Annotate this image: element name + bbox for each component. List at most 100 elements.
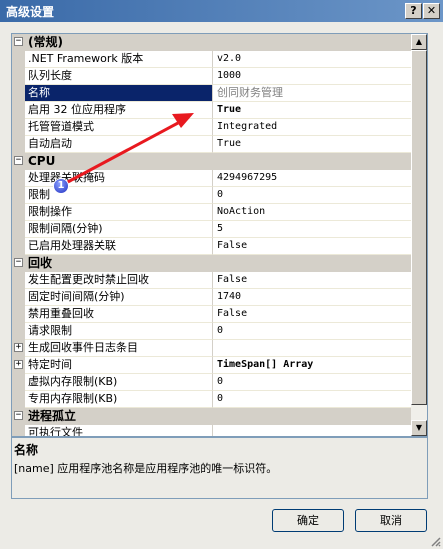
row-gutter (12, 85, 25, 102)
row-gutter (12, 119, 25, 136)
row-gutter (12, 221, 25, 238)
property-value[interactable] (213, 425, 412, 436)
property-value[interactable]: 0 (213, 323, 412, 340)
help-button[interactable]: ? (405, 3, 422, 19)
row-gutter: − (12, 408, 25, 425)
property-row[interactable]: .NET Framework 版本 v2.0 (12, 51, 412, 68)
row-gutter (12, 272, 25, 289)
property-value[interactable]: 0 (213, 187, 412, 204)
category-label: 回收 (28, 256, 53, 270)
vertical-scrollbar[interactable]: ▲ ▼ (411, 34, 427, 436)
row-gutter: + (12, 357, 25, 374)
cancel-button[interactable]: 取消 (355, 509, 427, 532)
category-row[interactable]: − (常规) (12, 34, 412, 51)
description-text: [name] 应用程序池名称是应用程序池的唯一标识符。 (14, 462, 278, 475)
property-row[interactable]: 限制 0 (12, 187, 412, 204)
row-gutter (12, 391, 25, 408)
row-gutter (12, 68, 25, 85)
row-gutter (12, 102, 25, 119)
property-row[interactable]: 已启用处理器关联 False (12, 238, 412, 255)
property-row[interactable]: 处理器关联掩码 4294967295 (12, 170, 412, 187)
annotation-badge: 1 (53, 178, 69, 194)
scroll-up-button[interactable]: ▲ (411, 34, 427, 50)
scroll-thumb[interactable] (411, 50, 427, 405)
property-value[interactable]: False (213, 238, 412, 255)
property-value[interactable]: TimeSpan[] Array (213, 357, 412, 374)
property-value[interactable]: False (213, 272, 412, 289)
property-value[interactable]: True (213, 136, 412, 153)
property-name: 请求限制 (25, 323, 213, 340)
row-gutter (12, 289, 25, 306)
property-grid: − (常规) .NET Framework 版本 v2.0 队列长度 1000 名称 创同财务… (11, 33, 428, 437)
window-title: 高级设置 (6, 5, 55, 19)
resize-grip-icon[interactable] (429, 535, 441, 547)
title-bar: 高级设置 ? ✕ (0, 0, 443, 22)
property-row[interactable]: + 特定时间 TimeSpan[] Array (12, 357, 412, 374)
property-row[interactable]: 发生配置更改时禁止回收 False (12, 272, 412, 289)
property-row[interactable]: 专用内存限制(KB) 0 (12, 391, 412, 408)
property-name: .NET Framework 版本 (25, 51, 213, 68)
property-name: 虚拟内存限制(KB) (25, 374, 213, 391)
property-name: 已启用处理器关联 (25, 238, 213, 255)
description-title: 名称 (14, 443, 39, 457)
property-rows: − (常规) .NET Framework 版本 v2.0 队列长度 1000 名称 创同财务… (12, 34, 412, 436)
property-value[interactable]: v2.0 (213, 51, 412, 68)
property-value[interactable]: 1000 (213, 68, 412, 85)
property-row[interactable]: 托管管道模式 Integrated (12, 119, 412, 136)
row-gutter (12, 204, 25, 221)
property-row[interactable]: 固定时间间隔(分钟) 1740 (12, 289, 412, 306)
collapse-icon[interactable]: − (14, 37, 23, 46)
row-gutter: + (12, 340, 25, 357)
property-value[interactable]: 创同财务管理 (213, 85, 412, 102)
row-gutter (12, 238, 25, 255)
category-row[interactable]: − 进程孤立 (12, 408, 412, 425)
expand-icon[interactable]: + (14, 360, 23, 369)
property-name: 限制操作 (25, 204, 213, 221)
property-row[interactable]: 禁用重叠回收 False (12, 306, 412, 323)
property-name: 队列长度 (25, 68, 213, 85)
property-name: 发生配置更改时禁止回收 (25, 272, 213, 289)
property-row[interactable]: + 生成回收事件日志条目 (12, 340, 412, 357)
collapse-icon[interactable]: − (14, 258, 23, 267)
property-name: 托管管道模式 (25, 119, 213, 136)
property-value[interactable] (213, 340, 412, 357)
property-name: 固定时间间隔(分钟) (25, 289, 213, 306)
property-value[interactable]: 1740 (213, 289, 412, 306)
expand-icon[interactable]: + (14, 343, 23, 352)
property-row[interactable]: 限制操作 NoAction (12, 204, 412, 221)
collapse-icon[interactable]: − (14, 156, 23, 165)
property-name: 可执行文件 (25, 425, 213, 436)
property-value[interactable]: 4294967295 (213, 170, 412, 187)
property-row[interactable]: 可执行文件 (12, 425, 412, 436)
property-name: 限制间隔(分钟) (25, 221, 213, 238)
property-row[interactable]: 虚拟内存限制(KB) 0 (12, 374, 412, 391)
property-row[interactable]: 请求限制 0 (12, 323, 412, 340)
category-row[interactable]: − CPU (12, 153, 412, 170)
property-value[interactable]: NoAction (213, 204, 412, 221)
property-name: 专用内存限制(KB) (25, 391, 213, 408)
description-panel: 名称 [name] 应用程序池名称是应用程序池的唯一标识符。 (11, 437, 428, 499)
property-value[interactable]: 5 (213, 221, 412, 238)
category-row[interactable]: − 回收 (12, 255, 412, 272)
property-value[interactable]: True (213, 102, 412, 119)
property-value[interactable]: False (213, 306, 412, 323)
collapse-icon[interactable]: − (14, 411, 23, 420)
property-row[interactable]: 自动启动 True (12, 136, 412, 153)
property-name: 禁用重叠回收 (25, 306, 213, 323)
property-value[interactable]: 0 (213, 391, 412, 408)
property-row[interactable]: 限制间隔(分钟) 5 (12, 221, 412, 238)
category-label: (常规) (28, 35, 63, 49)
property-row[interactable]: 队列长度 1000 (12, 68, 412, 85)
scroll-down-button[interactable]: ▼ (411, 420, 427, 436)
property-value[interactable]: 0 (213, 374, 412, 391)
row-gutter (12, 136, 25, 153)
row-gutter (12, 323, 25, 340)
property-value[interactable]: Integrated (213, 119, 412, 136)
ok-button[interactable]: 确定 (272, 509, 344, 532)
close-button[interactable]: ✕ (423, 3, 440, 19)
row-gutter: − (12, 34, 25, 51)
property-row[interactable]: 启用 32 位应用程序 True (12, 102, 412, 119)
property-name: 启用 32 位应用程序 (25, 102, 213, 119)
category-label: 进程孤立 (28, 409, 77, 423)
property-row[interactable]: 名称 创同财务管理 (12, 85, 412, 102)
